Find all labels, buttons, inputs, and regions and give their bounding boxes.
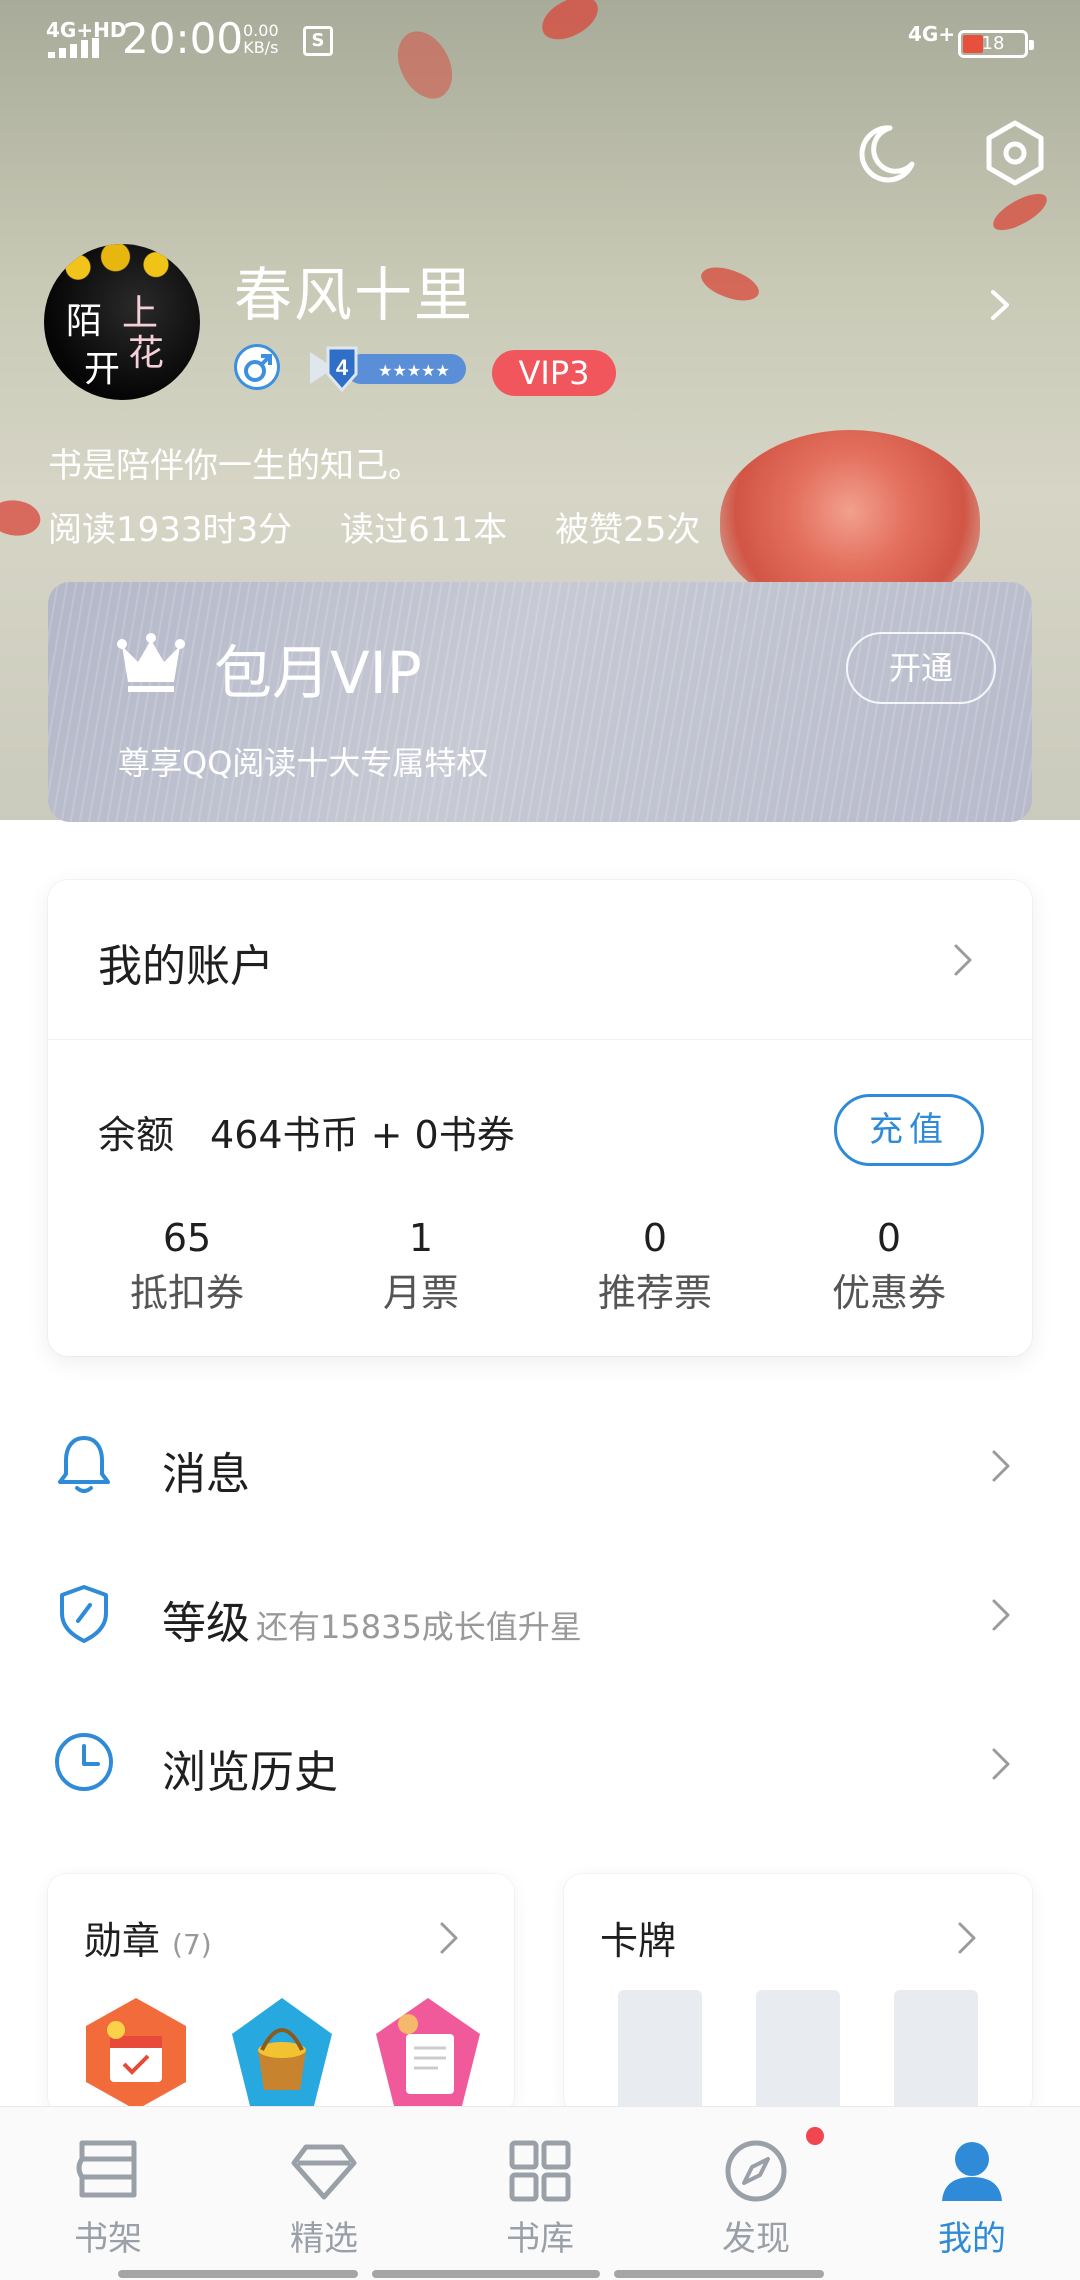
reading-time: 阅读1933时3分 [48,510,293,550]
vip-title: 包月VIP [214,639,422,707]
medals-card[interactable]: 勋章 (7) [48,1874,514,2114]
nav-tab-bookshelf[interactable]: 书架 [0,2107,216,2280]
balance-label: 余额 [98,1113,175,1157]
nav-tab-library[interactable]: 书库 [432,2107,648,2280]
svg-text:4: 4 [336,355,349,380]
settings-icon[interactable] [980,118,1050,188]
account-title: 我的账户 [98,941,274,992]
nav-label: 书架 [74,2219,142,2259]
ticket-recommend[interactable]: 0 推荐票 [538,1216,772,1317]
level-hint: 还有15835成长值升星 [256,1608,582,1646]
ticket-monthly[interactable]: 1 月票 [304,1216,538,1317]
account-header[interactable]: 我的账户 [48,880,1032,1040]
avatar[interactable]: 陌 上 花 开 [44,244,200,400]
balance: 余额 464书币 + 0书券 [98,1104,515,1159]
grid-icon [504,2135,576,2207]
account-card: 我的账户 余额 464书币 + 0书券 充值 65 抵扣券 1 月票 0 推荐票 … [48,880,1032,1356]
svg-text:★★★★★: ★★★★★ [378,361,450,380]
books-read: 读过611本 [340,510,508,550]
crown-icon [116,632,186,696]
compass-icon [720,2135,792,2207]
reading-stats: 阅读1933时3分 读过611本 被赞25次 [48,502,748,551]
network-type-right: 4G+ [908,22,956,46]
clock-icon [52,1730,116,1794]
ticket-deduction[interactable]: 65 抵扣券 [70,1216,304,1317]
menu-label-history: 浏览历史 [162,1747,338,1798]
user-level-badge[interactable]: 4 ★★★★★ [306,344,474,393]
chevron-right-icon [990,1597,1012,1633]
bookshelf-icon [72,2135,144,2207]
network-speed: 0.00 KB/s [243,21,279,57]
menu-label-messages: 消息 [162,1449,250,1500]
nav-label: 发现 [722,2219,790,2259]
bell-icon [52,1432,116,1496]
calendar-medal-icon [76,1994,196,2114]
card-slot [618,1990,702,2114]
menu-row-history[interactable]: 浏览历史 [0,1698,1080,1828]
vip-activate-button[interactable]: 开通 [846,632,996,704]
user-bio: 书是陪伴你一生的知己。 [48,446,422,486]
battery-icon: 18 [958,30,1034,58]
treasure-bucket-medal-icon [222,1994,342,2114]
gesture-bar [118,2270,964,2280]
person-icon [936,2135,1008,2207]
chevron-right-icon [990,1746,1012,1782]
vip-subtitle: 尊享QQ阅读十大专属特权 [118,744,489,782]
menu-row-messages[interactable]: 消息 [0,1400,1080,1530]
diamond-icon [288,2135,360,2207]
app-notification-icon: S [303,26,333,56]
menu-row-level[interactable]: 等级 还有15835成长值升星 [0,1549,1080,1679]
medals-count: (7) [172,1928,212,1961]
nav-tab-discover[interactable]: 发现 [648,2107,864,2280]
medals-title: 勋章 (7) [84,1919,212,1963]
chevron-right-icon [956,1920,978,1956]
bottom-navigation: 书架 精选 书库 发现 我的 [0,2106,1080,2280]
nav-tab-featured[interactable]: 精选 [216,2107,432,2280]
chevron-right-icon [438,1920,460,1956]
nav-tab-mine[interactable]: 我的 [864,2107,1080,2280]
likes-received: 被赞25次 [555,510,701,550]
cards-card[interactable]: 卡牌 [564,1874,1032,2114]
profile-chevron-icon[interactable] [985,288,1015,322]
chevron-right-icon [952,942,974,978]
card-slot [894,1990,978,2114]
monthly-vip-card[interactable]: 包月VIP 尊享QQ阅读十大专属特权 开通 [48,582,1032,822]
certificate-medal-icon [368,1994,488,2114]
username[interactable]: 春风十里 [234,248,474,332]
status-bar: 4G+HD 20:00 0.00 KB/s S 4G+ 18 [0,0,1080,84]
night-mode-icon[interactable] [850,118,920,188]
clock: 20:00 [122,14,244,63]
signal-icon [48,38,102,58]
ticket-summary: 65 抵扣券 1 月票 0 推荐票 0 优惠券 [48,1216,1032,1317]
notification-dot [804,2125,826,2147]
nav-label: 我的 [938,2219,1006,2259]
male-gender-icon [234,344,280,390]
cards-title: 卡牌 [600,1919,677,1963]
ticket-coupon[interactable]: 0 优惠券 [772,1216,1006,1317]
shield-icon [52,1581,116,1645]
chevron-right-icon [990,1448,1012,1484]
menu-label-level: 等级 还有15835成长值升星 [162,1598,582,1649]
vip-level-badge[interactable]: VIP3 [492,350,616,396]
balance-value: 464书币 + 0书券 [210,1113,515,1157]
recharge-button[interactable]: 充值 [834,1094,984,1166]
nav-label: 精选 [290,2219,358,2259]
nav-label: 书库 [506,2219,574,2259]
card-slot [756,1990,840,2114]
